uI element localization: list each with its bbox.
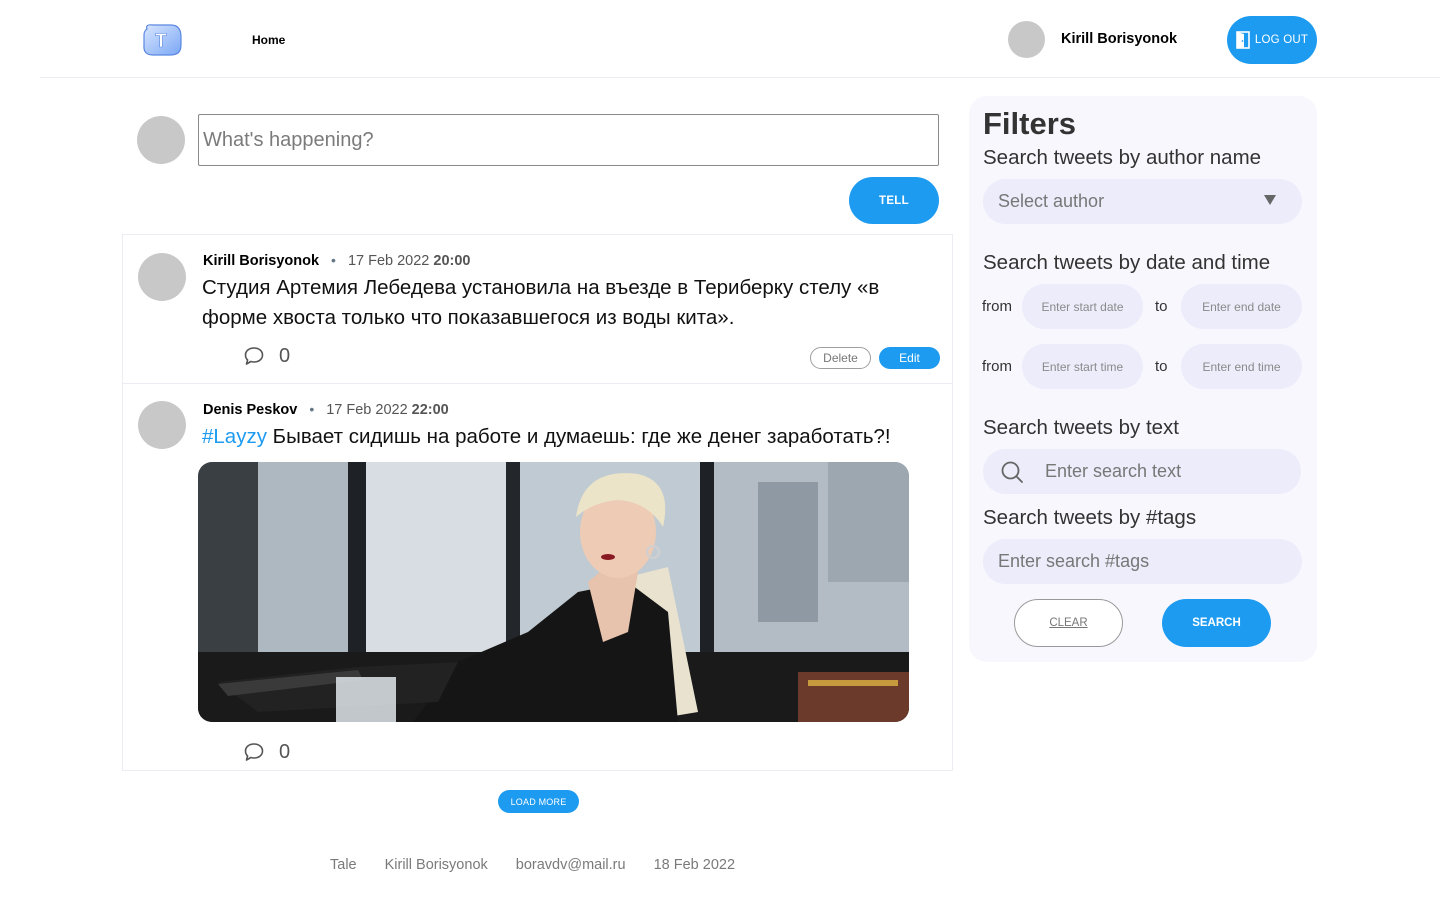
tweet-author[interactable]: Kirill Borisyonok xyxy=(203,253,319,269)
comment-icon[interactable] xyxy=(244,742,264,762)
to-time-label: to xyxy=(1155,358,1168,375)
page-footer: Tale Kirill Borisyonok boravdv@mail.ru 1… xyxy=(330,857,735,873)
tweet-meta: Denis Peskov • 17 Feb 2022 22:00 xyxy=(203,401,449,418)
tweet-feed: Kirill Borisyonok • 17 Feb 2022 20:00 Ст… xyxy=(122,234,953,771)
header-username: Kirill Borisyonok xyxy=(1061,31,1178,47)
app-logo-icon[interactable]: T xyxy=(141,23,183,57)
filters-title: Filters xyxy=(983,106,1077,141)
top-header: T Home Kirill Borisyonok LOG OUT xyxy=(0,0,1440,78)
search-tags-input[interactable] xyxy=(983,539,1302,584)
datetime-filter-label: Search tweets by date and time xyxy=(983,251,1271,274)
comment-count: 0 xyxy=(279,345,291,367)
edit-button[interactable]: Edit xyxy=(879,347,940,369)
text-filter-label: Search tweets by text xyxy=(983,416,1179,439)
tweet-date: 17 Feb 2022 xyxy=(326,402,408,418)
tweet-body: Бывает сидишь на работе и думаешь: где ж… xyxy=(272,425,891,448)
end-time-input[interactable] xyxy=(1181,344,1302,389)
tags-filter-label: Search tweets by #tags xyxy=(983,506,1197,529)
tweet-meta: Kirill Borisyonok • 17 Feb 2022 20:00 xyxy=(203,252,470,269)
tweet-card: Kirill Borisyonok • 17 Feb 2022 20:00 Ст… xyxy=(123,235,952,384)
logout-label: LOG OUT xyxy=(1254,34,1309,46)
tweet-date: 17 Feb 2022 xyxy=(347,253,430,269)
start-date-input[interactable] xyxy=(1022,284,1143,329)
whats-happening-input[interactable] xyxy=(198,114,939,166)
search-text-input[interactable] xyxy=(1045,449,1285,494)
tweet-time: 20:00 xyxy=(433,253,471,269)
tweet-body: Студия Артемия Лебедева установила на въ… xyxy=(202,276,880,329)
footer-app-name: Tale xyxy=(330,857,357,873)
author-filter-label: Search tweets by author name xyxy=(983,146,1262,169)
user-avatar[interactable] xyxy=(1008,21,1045,58)
footer-date: 18 Feb 2022 xyxy=(653,857,736,873)
tweet-time: 22:00 xyxy=(411,402,449,418)
tweet-text: #Layzy Бывает сидишь на работе и думаешь… xyxy=(202,422,932,452)
from-date-label: from xyxy=(982,298,1012,315)
filters-panel: Filters Search tweets by author name Sel… xyxy=(969,96,1317,662)
clear-filters-button[interactable]: CLEAR xyxy=(1014,599,1123,647)
tweet-hashtag[interactable]: #Layzy xyxy=(202,425,267,448)
tell-button[interactable]: TELL xyxy=(849,177,939,224)
logout-button[interactable]: LOG OUT xyxy=(1227,16,1317,64)
meta-separator: • xyxy=(309,401,315,417)
door-exit-icon xyxy=(1236,31,1250,49)
tweet-author-avatar[interactable] xyxy=(138,401,186,449)
tweet-text: Студия Артемия Лебедева установила на въ… xyxy=(202,273,932,333)
start-time-input[interactable] xyxy=(1022,344,1143,389)
meta-separator: • xyxy=(331,252,336,268)
tweet-author-avatar[interactable] xyxy=(138,253,186,301)
search-button[interactable]: SEARCH xyxy=(1162,599,1271,647)
nav-home-link[interactable]: Home xyxy=(252,33,285,47)
end-date-input[interactable] xyxy=(1181,284,1302,329)
footer-author: Kirill Borisyonok xyxy=(384,857,488,873)
load-more-button[interactable]: LOAD MORE xyxy=(498,790,579,813)
tweet-author[interactable]: Denis Peskov xyxy=(203,402,297,418)
author-select[interactable]: Select author xyxy=(983,179,1302,224)
from-time-label: from xyxy=(982,358,1012,375)
search-text-field[interactable] xyxy=(983,449,1301,494)
header-divider xyxy=(40,77,1440,78)
tweet-image[interactable] xyxy=(198,462,909,722)
delete-button[interactable]: Delete xyxy=(810,347,871,369)
svg-text:T: T xyxy=(155,31,167,52)
tweet-card: Denis Peskov • 17 Feb 2022 22:00 #Layzy … xyxy=(123,384,952,770)
author-select-value: Select author xyxy=(998,191,1105,211)
comment-icon[interactable] xyxy=(244,346,264,366)
to-date-label: to xyxy=(1155,298,1168,315)
composer-avatar xyxy=(137,116,185,164)
footer-email[interactable]: boravdv@mail.ru xyxy=(516,857,626,873)
comment-count: 0 xyxy=(279,741,291,763)
search-icon xyxy=(1001,461,1023,483)
chevron-down-icon xyxy=(1264,195,1276,205)
